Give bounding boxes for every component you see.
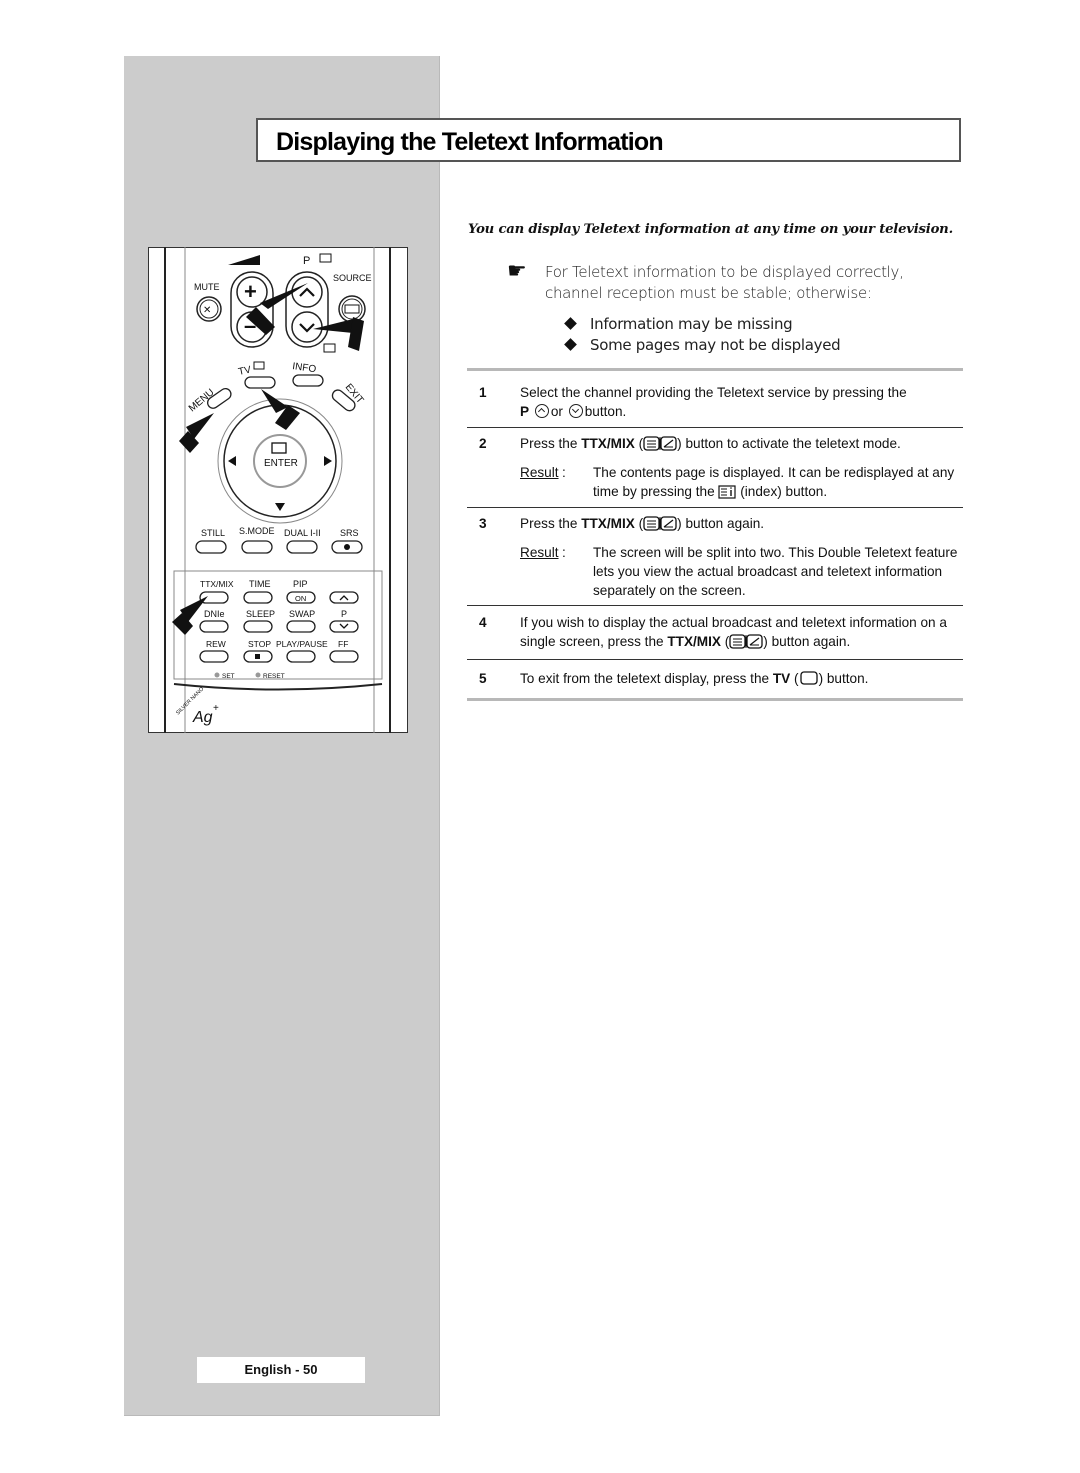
reset-label: RESET (263, 673, 285, 680)
remote-control-svg: P SOURCE MUTE ✕ + – TV INFO MENU EXIT EN… (164, 247, 391, 733)
ttxmix-label: TTX/MIX (200, 579, 234, 589)
ttx-mix-icon (643, 436, 677, 451)
intro-text: You can display Teletext information at … (468, 222, 953, 237)
step-text: Select the channel providing the Teletex… (520, 385, 907, 419)
svg-text:ON: ON (295, 594, 306, 603)
mute-label: MUTE (194, 282, 220, 292)
note-bullets: Information may be missing Some pages ma… (562, 313, 841, 355)
divider (467, 368, 963, 371)
still-button (195, 540, 227, 554)
info-label: INFO (292, 361, 317, 375)
note-text: For Teletext information to be displayed… (545, 263, 904, 302)
p2-label: P (341, 609, 347, 619)
still-label: STILL (201, 528, 225, 538)
ttxmix-button (199, 591, 229, 604)
step-number: 1 (479, 385, 487, 400)
source-label: SOURCE (333, 273, 372, 283)
title-box: Displaying the Teletext Information (256, 118, 961, 162)
rew-label: REW (206, 639, 226, 649)
index-small-icon (323, 343, 336, 353)
smode-button (241, 540, 273, 554)
playpause-button (286, 650, 316, 663)
step-text: Press the TTX/MIX () button again. (520, 516, 765, 531)
channel-down-icon (568, 404, 583, 418)
p-label: P (303, 255, 310, 267)
rew-button (199, 650, 229, 663)
ttx-mix-icon (729, 634, 763, 649)
swap-label: SWAP (289, 609, 315, 619)
diamond-icon (564, 317, 577, 330)
step-number: 2 (479, 436, 487, 451)
page-title: Displaying the Teletext Information (276, 128, 664, 156)
step-number: 4 (479, 615, 487, 630)
step-text: To exit from the teletext display, press… (520, 671, 869, 686)
step-number: 3 (479, 516, 487, 531)
p-down-button (329, 620, 359, 633)
swap-button (286, 620, 316, 633)
divider (467, 507, 963, 508)
bullet-item: Information may be missing (562, 313, 840, 334)
set-indicator (214, 672, 220, 678)
time-label: TIME (249, 579, 271, 589)
volume-indicator-icon (228, 255, 260, 265)
stop-label: STOP (248, 639, 271, 649)
dnie-label: DNIe (204, 609, 225, 619)
tv-label: TV (237, 364, 252, 377)
smode-label: S.MODE (239, 526, 275, 536)
playpause-label: PLAY/PAUSE (276, 639, 328, 649)
ttx-mix-icon (643, 516, 677, 531)
srs-label: SRS (340, 528, 359, 538)
channel-up-icon (534, 404, 549, 418)
result-label: Result (520, 545, 559, 560)
page-number: English - 50 (197, 1357, 365, 1383)
tv-icon (799, 671, 818, 685)
step-number: 5 (479, 671, 487, 686)
bullet-item: Some pages may not be displayed (562, 334, 841, 355)
step-text: Press the TTX/MIX () button to activate … (520, 436, 901, 451)
set-label: SET (222, 673, 235, 680)
info-button (292, 374, 324, 387)
p-up-button (329, 591, 359, 604)
pointing-hand-icon: ☛ (507, 258, 527, 283)
time-button (243, 591, 273, 604)
note-block: ☛ For Teletext information to be display… (507, 260, 965, 304)
ff-label: FF (338, 639, 348, 649)
dnie-button (199, 620, 229, 633)
index-icon (718, 485, 737, 499)
sleep-label: SLEEP (246, 609, 275, 619)
enter-label: ENTER (264, 458, 298, 469)
dual-label: DUAL I-II (284, 528, 321, 538)
divider (467, 427, 963, 428)
pip-label: PIP (293, 579, 308, 589)
ff-button (329, 650, 359, 663)
step-text: If you wish to display the actual broadc… (520, 615, 947, 649)
brand-logo: Ag (192, 709, 213, 726)
dual-button (286, 540, 318, 554)
svg-text:✕: ✕ (203, 305, 211, 316)
source-button[interactable] (338, 295, 366, 323)
sleep-button (243, 620, 273, 633)
teletext-icon (319, 253, 332, 263)
mute-button[interactable]: ✕ (196, 296, 222, 322)
divider (467, 659, 963, 660)
tv-button (244, 376, 276, 389)
divider (467, 698, 963, 701)
reset-indicator (255, 672, 261, 678)
channel-up-button (291, 276, 323, 308)
svg-text:+: + (213, 703, 219, 714)
diamond-icon (564, 338, 577, 351)
channel-down-button (291, 311, 323, 343)
svg-text:+: + (244, 279, 257, 304)
divider (467, 605, 963, 606)
result-label: Result (520, 465, 559, 480)
